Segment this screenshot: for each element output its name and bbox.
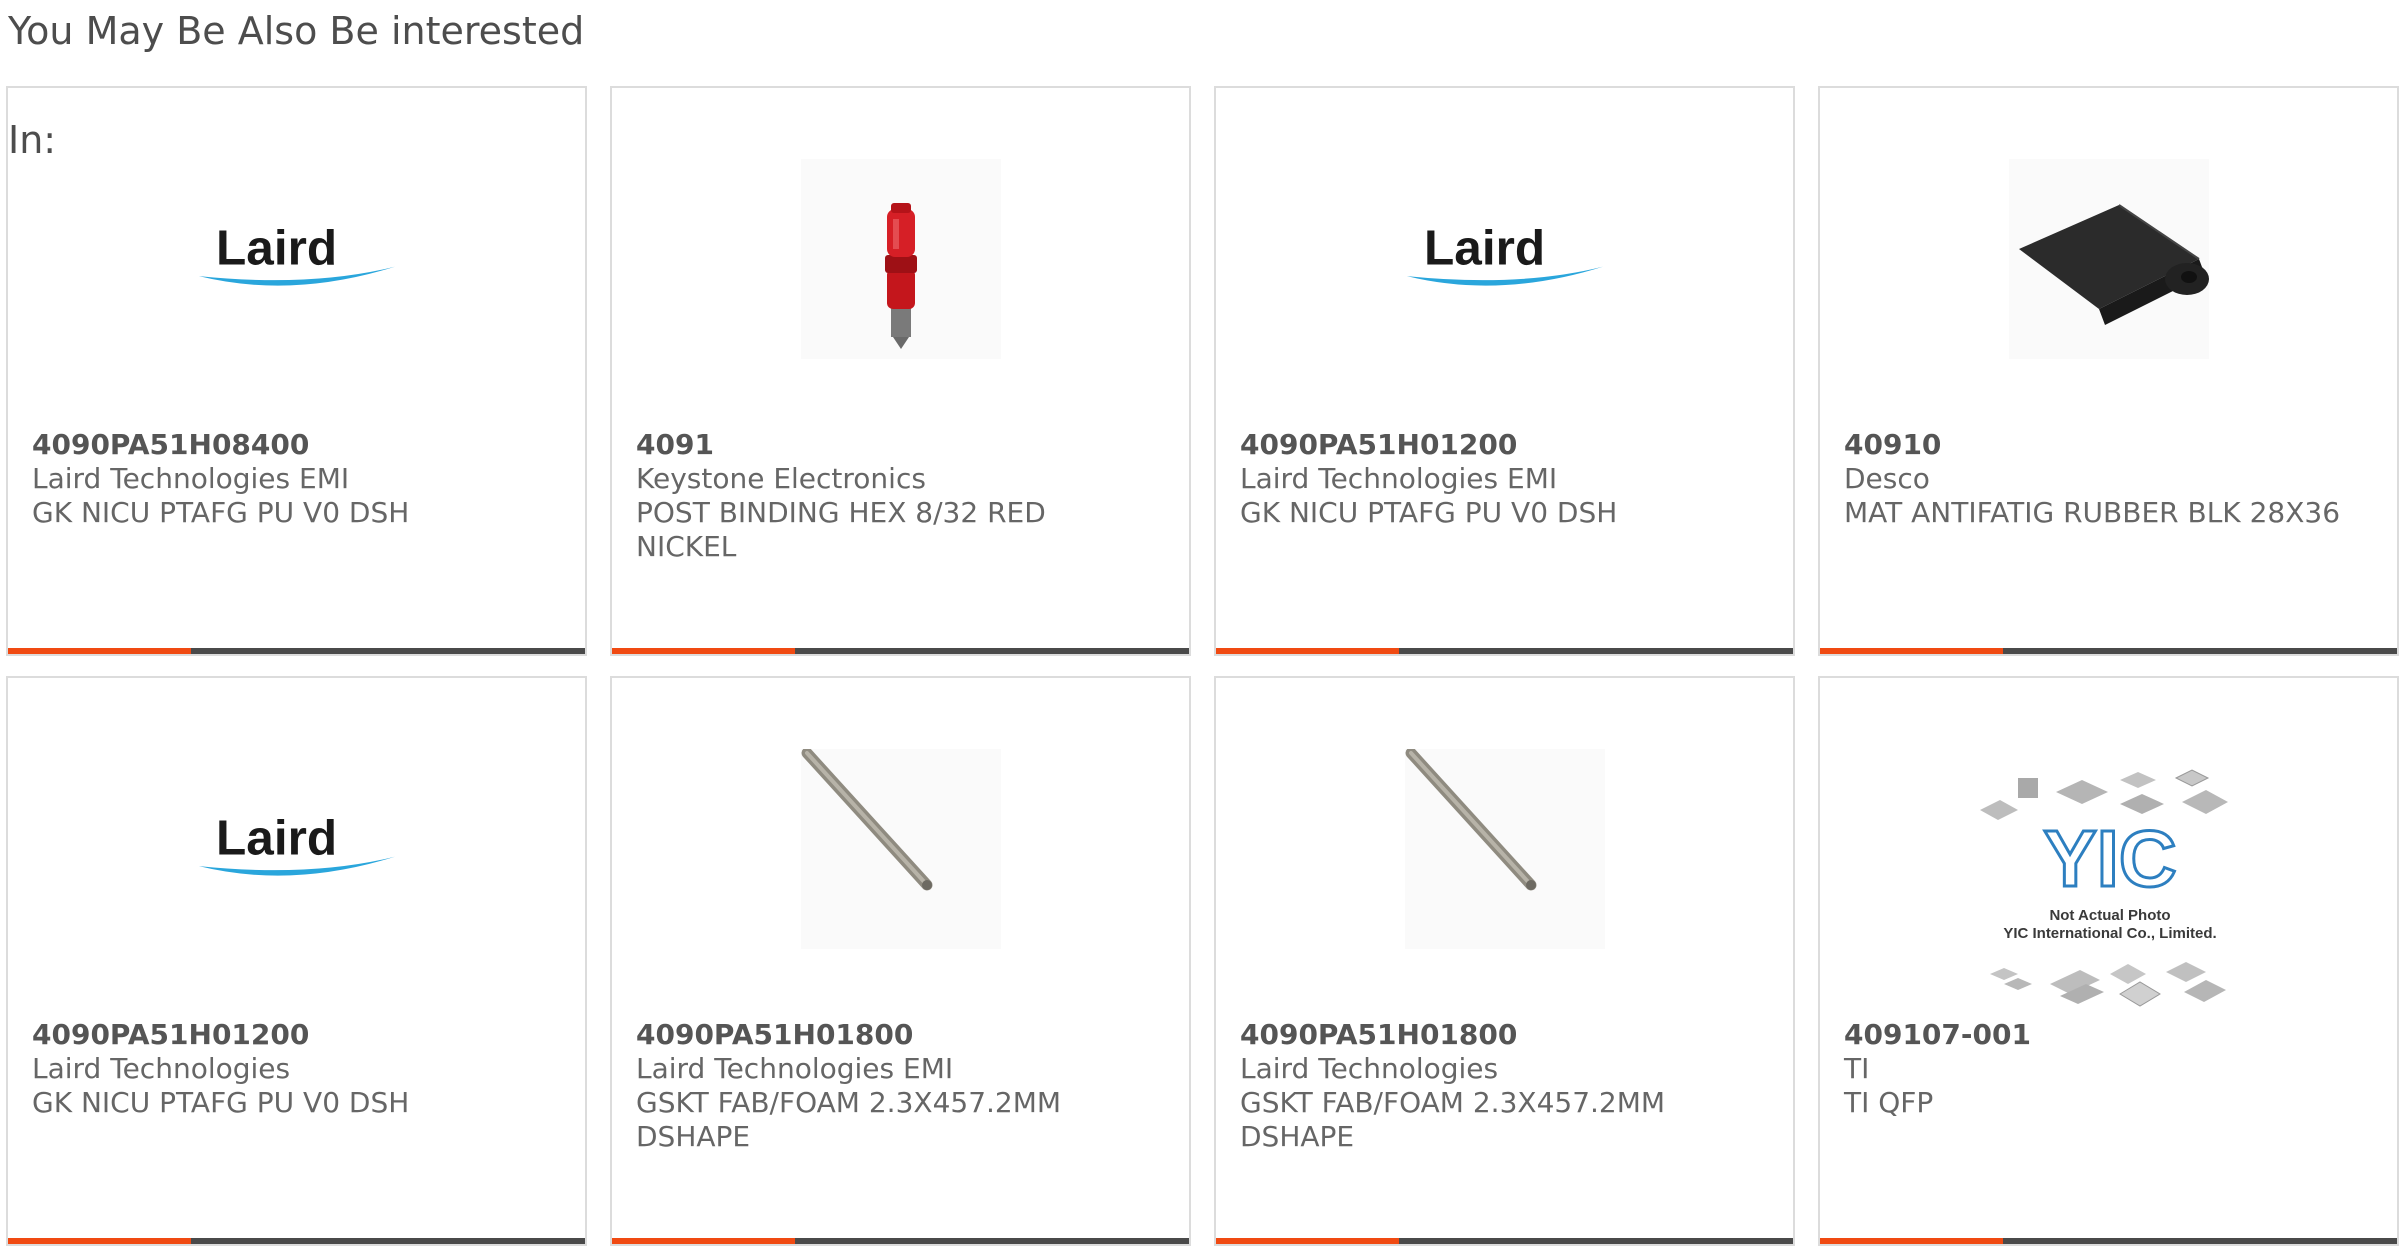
manufacturer: TI [1844, 1052, 1870, 1085]
description: MAT ANTIFATIG RUBBER BLK 28X36 [1844, 496, 2341, 529]
part-number-link[interactable]: 409107-001 [1844, 1018, 2357, 1052]
part-number-link[interactable]: 4090PA51H01800 [636, 1018, 1149, 1052]
gasket-rod-icon [801, 749, 1001, 949]
rubber-mat-icon [2009, 159, 2209, 359]
product-info: 4090PA51H01800 Laird Technologies GSKT F… [1240, 1018, 1753, 1154]
product-info: 4090PA51H01200 Laird Technologies GK NIC… [32, 1018, 545, 1120]
description: GSKT FAB/FOAM 2.3X457.2MM DSHAPE [636, 1086, 1062, 1153]
part-number-link[interactable]: 4091 [636, 428, 1149, 462]
svg-text:Laird: Laird [1424, 221, 1545, 276]
product-info: 4091 Keystone Electronics POST BINDING H… [636, 428, 1149, 564]
card-accent-bar [1216, 648, 1399, 654]
gasket-rod-icon [1405, 749, 1605, 949]
product-info: 40910 Desco MAT ANTIFATIG RUBBER BLK 28X… [1844, 428, 2357, 530]
card-accent-bar [8, 1238, 191, 1244]
product-card[interactable]: YIC Not Actual Photo YIC International C… [1818, 676, 2399, 1246]
svg-text:Laird: Laird [216, 811, 337, 866]
product-info: 4090PA51H01800 Laird Technologies EMI GS… [636, 1018, 1149, 1154]
manufacturer: Laird Technologies EMI [1240, 462, 1558, 495]
product-card[interactable]: Laird 4090PA51H01200 Laird Technologies … [1214, 86, 1795, 656]
card-accent-bar [612, 1238, 795, 1244]
product-image[interactable]: Laird [1405, 159, 1605, 359]
binding-post-icon [801, 159, 1001, 359]
card-bottom-bar [612, 1238, 1189, 1244]
product-card[interactable]: In: Laird 4090PA51H08400 Laird Technolog… [6, 86, 587, 656]
svg-text:Laird: Laird [216, 221, 337, 276]
product-info: 4090PA51H08400 Laird Technologies EMI GK… [32, 428, 545, 530]
manufacturer: Laird Technologies [32, 1052, 291, 1085]
description: TI QFP [1844, 1086, 1934, 1119]
product-image[interactable] [801, 159, 1001, 359]
card-bottom-bar [8, 1238, 585, 1244]
card-accent-bar [612, 648, 795, 654]
card-bottom-bar [1216, 648, 1793, 654]
manufacturer: Keystone Electronics [636, 462, 926, 495]
card-accent-bar [1216, 1238, 1399, 1244]
part-number-link[interactable]: 4090PA51H01200 [32, 1018, 545, 1052]
product-info: 409107-001 TI TI QFP [1844, 1018, 2357, 1120]
card-accent-bar [1820, 1238, 2003, 1244]
card-bottom-bar [1820, 648, 2397, 654]
description: GK NICU PTAFG PU V0 DSH [32, 496, 410, 529]
section-title: You May Be Also Be interested [8, 9, 585, 53]
svg-text:YIC International Co., Limited: YIC International Co., Limited. [2003, 925, 2216, 942]
card-bottom-bar [8, 648, 585, 654]
product-image[interactable]: YIC Not Actual Photo YIC International C… [1970, 758, 2250, 1008]
description: POST BINDING HEX 8/32 RED NICKEL [636, 496, 1046, 563]
description: GSKT FAB/FOAM 2.3X457.2MM DSHAPE [1240, 1086, 1666, 1153]
part-number-link[interactable]: 4090PA51H01800 [1240, 1018, 1753, 1052]
product-image[interactable]: Laird [197, 159, 397, 359]
card-bottom-bar [612, 648, 1189, 654]
card-bottom-bar [1820, 1238, 2397, 1244]
product-card[interactable]: Laird 4090PA51H01200 Laird Technologies … [6, 676, 587, 1246]
svg-text:YIC: YIC [2043, 814, 2176, 903]
product-image[interactable]: Laird [197, 749, 397, 949]
description: GK NICU PTAFG PU V0 DSH [1240, 496, 1618, 529]
manufacturer: Laird Technologies [1240, 1052, 1499, 1085]
yic-placeholder-icon: YIC Not Actual Photo YIC International C… [1980, 769, 2228, 1007]
laird-logo-icon: Laird [1406, 221, 1604, 286]
product-card[interactable]: 40910 Desco MAT ANTIFATIG RUBBER BLK 28X… [1818, 86, 2399, 656]
product-card[interactable]: 4091 Keystone Electronics POST BINDING H… [610, 86, 1191, 656]
laird-logo-icon: Laird [198, 221, 396, 286]
manufacturer: Laird Technologies EMI [636, 1052, 954, 1085]
card-accent-bar [8, 648, 191, 654]
product-image[interactable] [1405, 749, 1605, 949]
svg-text:Not Actual Photo: Not Actual Photo [2049, 907, 2170, 924]
manufacturer: Laird Technologies EMI [32, 462, 350, 495]
product-card[interactable]: 4090PA51H01800 Laird Technologies EMI GS… [610, 676, 1191, 1246]
product-image[interactable] [801, 749, 1001, 949]
description: GK NICU PTAFG PU V0 DSH [32, 1086, 410, 1119]
product-grid: In: Laird 4090PA51H08400 Laird Technolog… [6, 86, 2399, 1246]
manufacturer: Desco [1844, 462, 1930, 495]
part-number-link[interactable]: 4090PA51H01200 [1240, 428, 1753, 462]
product-info: 4090PA51H01200 Laird Technologies EMI GK… [1240, 428, 1753, 530]
section-title-continuation: In: [8, 118, 57, 162]
product-card[interactable]: 4090PA51H01800 Laird Technologies GSKT F… [1214, 676, 1795, 1246]
card-accent-bar [1820, 648, 2003, 654]
part-number-link[interactable]: 4090PA51H08400 [32, 428, 545, 462]
product-image[interactable] [2009, 159, 2209, 359]
card-bottom-bar [1216, 1238, 1793, 1244]
laird-logo-icon: Laird [198, 811, 396, 876]
part-number-link[interactable]: 40910 [1844, 428, 2357, 462]
